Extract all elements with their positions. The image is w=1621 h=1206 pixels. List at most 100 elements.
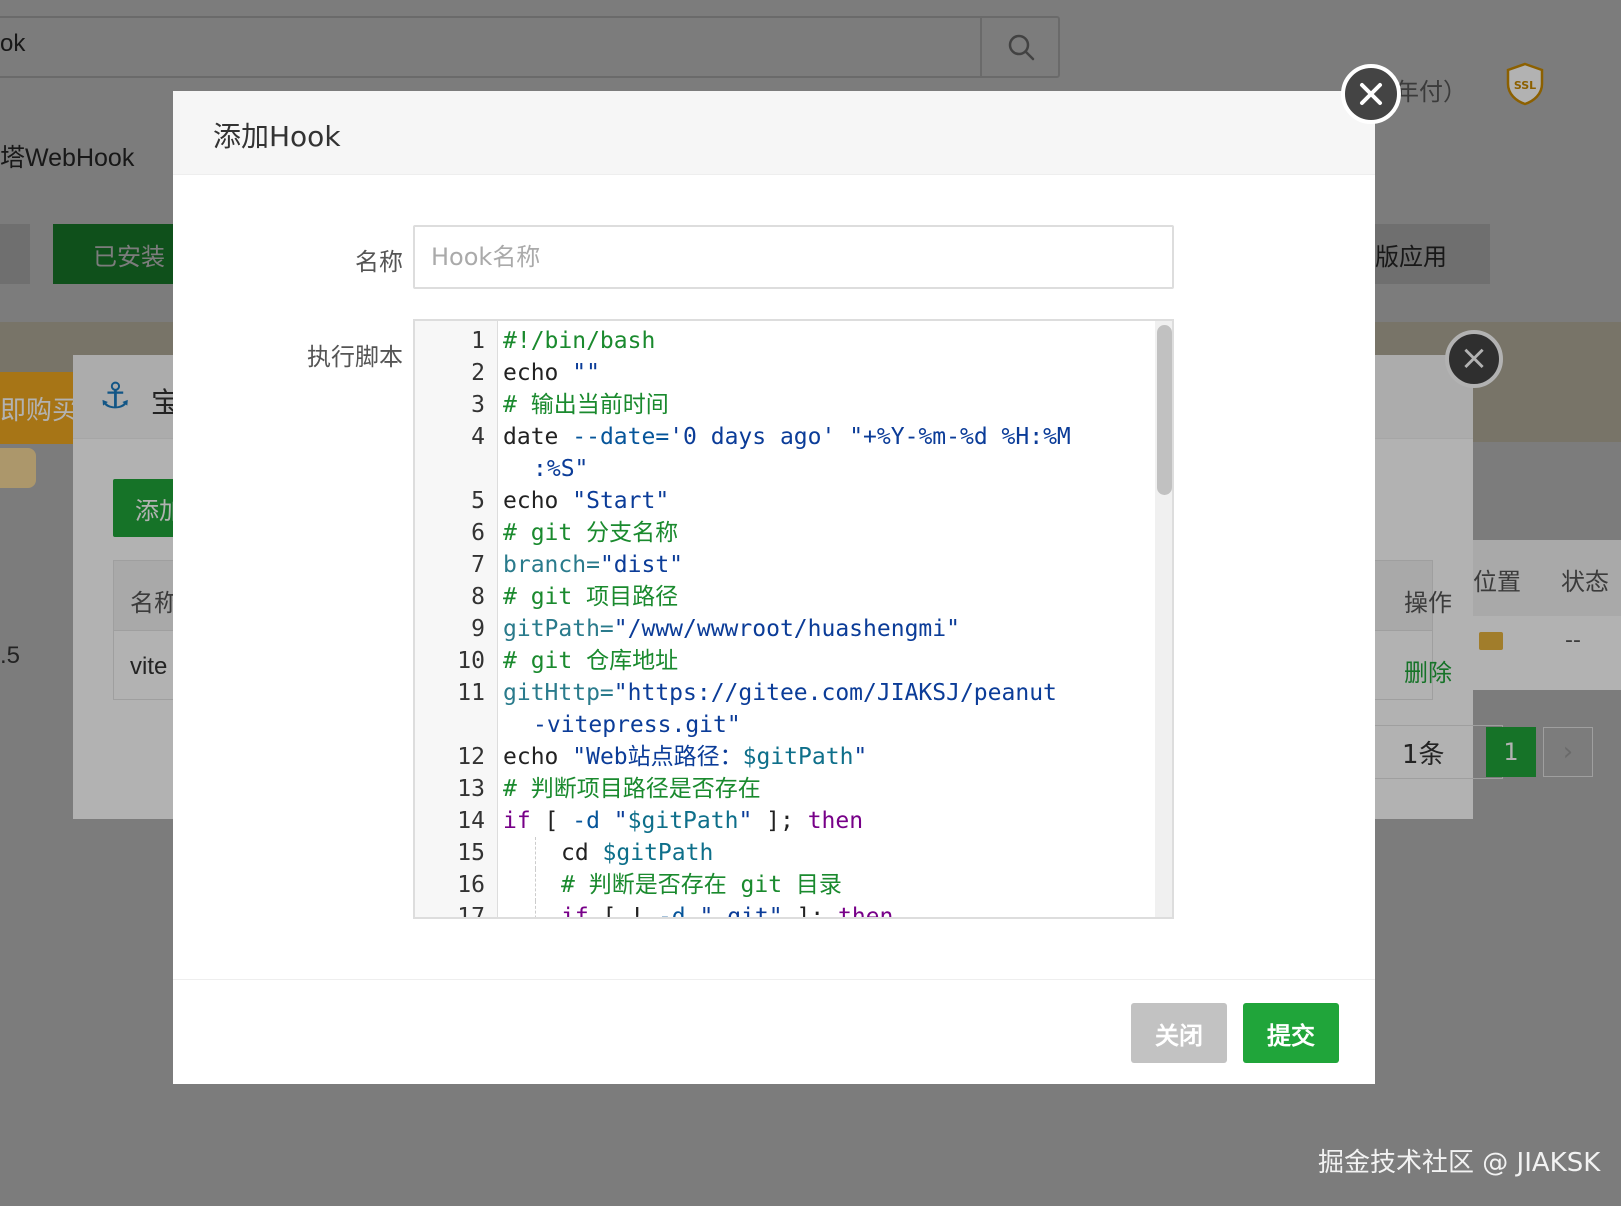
code-text: :%S" — [533, 453, 588, 485]
code-token: $gitPath — [627, 808, 739, 834]
code-line: 11 gitHttp="https://gitee.com/JIAKSJ/pean… — [415, 677, 1155, 709]
code-text: # git 分支名称 — [503, 517, 678, 549]
indent-guide — [535, 837, 536, 869]
code-token: if — [503, 808, 531, 834]
code-token: "dist" — [599, 552, 684, 578]
code-token: -d — [572, 808, 600, 834]
code-token: gitHttp= — [503, 680, 614, 706]
code-text: date --date='0 days ago' "+%Y-%m-%d %H:%… — [503, 421, 1071, 453]
code-token: " — [599, 808, 628, 834]
code-token: ]; — [782, 904, 838, 919]
code-token: --date= — [572, 424, 670, 450]
code-token: # git 分支名称 — [503, 520, 679, 546]
line-number: 8 — [471, 584, 485, 610]
code-token: echo — [503, 744, 573, 770]
code-token: -d — [657, 904, 686, 919]
code-token: "+%Y-%m-%d %H:%M — [835, 424, 1071, 450]
line-number: 15 — [457, 840, 485, 866]
code-token: then — [807, 808, 864, 834]
close-button[interactable]: 关闭 — [1131, 1003, 1227, 1063]
watermark: 掘金技术社区 @ JIAKSK — [1318, 1148, 1601, 1178]
code-text: branch="dist" — [503, 549, 683, 581]
code-token: " — [853, 744, 868, 770]
code-token: $gitPath — [742, 744, 854, 770]
code-token: # 判断是否存在 git 目录 — [561, 872, 842, 898]
hook-name-input[interactable] — [413, 225, 1174, 289]
code-line: 16 # 判断是否存在 git 目录 — [415, 869, 1155, 901]
line-number: 9 — [471, 616, 485, 642]
code-line: 7 branch="dist" — [415, 549, 1155, 581]
add-hook-dialog: 添加Hook 名称 执行脚本 1#!/bin/bash2echo ""3# 输出… — [173, 91, 1375, 1084]
line-number: 10 — [457, 648, 485, 674]
line-number: 7 — [471, 552, 485, 578]
code-token: " — [738, 808, 753, 834]
code-text: if [ ! -d ".git" ]; then — [561, 901, 894, 919]
code-token: echo — [503, 488, 573, 514]
line-number: 17 — [457, 904, 485, 919]
code-text: gitHttp="https://gitee.com/JIAKSJ/peanut — [503, 677, 1057, 709]
line-number: 14 — [457, 808, 485, 834]
code-token: cd — [561, 840, 603, 866]
indent-guide — [535, 901, 536, 917]
indent-guide — [535, 869, 536, 901]
line-number: 16 — [457, 872, 485, 898]
line-number: 12 — [457, 744, 485, 770]
code-line: 5 echo "Start" — [415, 485, 1155, 517]
line-number: 4 — [471, 424, 485, 450]
close-icon[interactable] — [1341, 64, 1401, 124]
code-line: :%S" — [415, 453, 1155, 485]
code-token: :%S" — [533, 456, 589, 482]
code-text: #!/bin/bash — [503, 325, 655, 357]
code-text: # 判断是否存在 git 目录 — [561, 869, 842, 901]
name-label: 名称 — [355, 248, 403, 276]
code-text: if [ -d "$gitPath" ]; then — [503, 805, 863, 837]
submit-button[interactable]: 提交 — [1243, 1003, 1339, 1063]
code-token: #!/bin/bash — [503, 328, 656, 354]
line-number: 11 — [457, 680, 485, 706]
code-text: # git 项目路径 — [503, 581, 678, 613]
code-token: "Start" — [572, 488, 670, 514]
code-line: 4 date --date='0 days ago' "+%Y-%m-%d %H:… — [415, 421, 1155, 453]
code-line: 3 # 输出当前时间 — [415, 389, 1155, 421]
code-token: echo — [503, 360, 573, 386]
code-token: ".git" — [685, 904, 783, 919]
code-lines[interactable]: 1 #!/bin/bash 2 echo "" 3 # 输出当前时间 4 date --dat… — [415, 321, 1155, 919]
code-token: "/www/wwwroot/huashengmi" — [613, 616, 960, 642]
code-line: 8 # git 项目路径 — [415, 581, 1155, 613]
dialog-title: 添加Hook — [213, 120, 341, 153]
code-text: echo "" — [503, 357, 600, 389]
script-editor[interactable]: 1 #!/bin/bash 2 echo "" 3 # 输出当前时间 4 date --dat… — [413, 319, 1174, 919]
code-line: 14 if [ -d "$gitPath" ]; then — [415, 805, 1155, 837]
code-text: # git 仓库地址 — [503, 645, 678, 677]
code-text: -vitepress.git" — [533, 709, 741, 741]
line-number: 1 — [471, 328, 485, 354]
code-line: 12 echo "Web站点路径：$gitPath" — [415, 741, 1155, 773]
code-line: 2 echo "" — [415, 357, 1155, 389]
code-token: "Web站点路径： — [572, 744, 743, 770]
script-label: 执行脚本 — [307, 343, 403, 371]
code-token: if — [561, 904, 589, 919]
code-text: cd $gitPath — [561, 837, 713, 869]
code-text: # 输出当前时间 — [503, 389, 669, 421]
dialog-header: 添加Hook — [173, 91, 1375, 175]
code-line: 13 # 判断项目路径是否存在 — [415, 773, 1155, 805]
code-text: gitPath="/www/wwwroot/huashengmi" — [503, 613, 960, 645]
code-token: date — [503, 424, 573, 450]
code-token: # 判断项目路径是否存在 — [503, 776, 761, 802]
code-token: "https://gitee.com/JIAKSJ/peanut — [613, 680, 1057, 706]
code-line: 15 cd $gitPath — [415, 837, 1155, 869]
code-token: # git 项目路径 — [503, 584, 679, 610]
line-number: 3 — [471, 392, 485, 418]
code-text: # 判断项目路径是否存在 — [503, 773, 761, 805]
code-token: [ ! — [588, 904, 658, 919]
code-token: '0 days ago' — [669, 424, 836, 450]
line-number: 5 — [471, 488, 485, 514]
code-token: ]; — [752, 808, 808, 834]
line-number: 2 — [471, 360, 485, 386]
line-number: 6 — [471, 520, 485, 546]
code-token: then — [837, 904, 894, 919]
line-number: 13 — [457, 776, 485, 802]
code-line: 1 #!/bin/bash — [415, 325, 1155, 357]
editor-scrollbar-thumb[interactable] — [1157, 325, 1172, 495]
code-token: -vitepress.git" — [533, 712, 741, 738]
